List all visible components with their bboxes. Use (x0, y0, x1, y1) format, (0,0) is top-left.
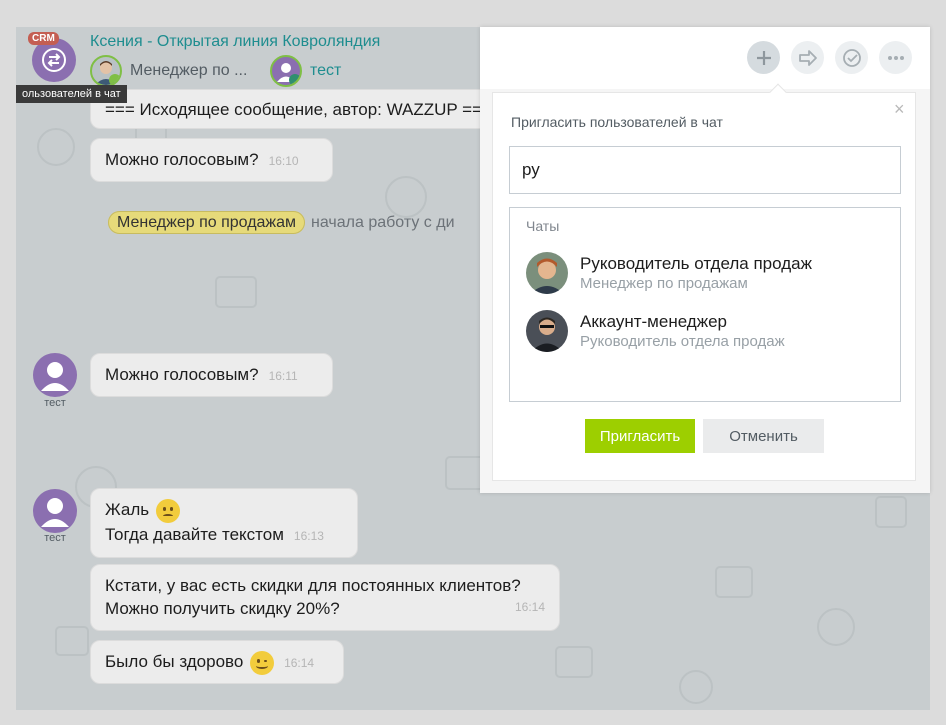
forward-icon (798, 49, 817, 66)
message-time: 16:10 (268, 154, 299, 168)
panel-title: Пригласить пользователей в чат (511, 114, 723, 130)
result-subtitle: Менеджер по продажам (580, 275, 748, 292)
message-text-line-2: Тогда давайте текстом (105, 524, 284, 544)
user-icon (41, 362, 69, 391)
results-list: Чаты Руководитель отдела продаж Менеджер… (509, 207, 901, 402)
user-icon (41, 498, 69, 527)
add-user-button[interactable] (747, 41, 780, 74)
tooltip: ользователей в чат (16, 85, 127, 103)
message-text: Можно голосовым? (105, 150, 259, 169)
plus-icon (756, 50, 771, 65)
wink-emoji-icon (250, 650, 275, 675)
outgoing-header-message: === Исходящее сообщение, автор: WAZZUP =… (90, 89, 510, 129)
result-subtitle: Руководитель отдела продаж (580, 333, 785, 350)
result-avatar (526, 310, 568, 352)
results-heading: Чаты (526, 218, 560, 234)
list-icon (289, 74, 300, 85)
invite-button[interactable]: Пригласить (585, 419, 695, 453)
system-message: Менеджер по продажам начала работу с ди (108, 211, 455, 234)
avatar[interactable] (33, 489, 77, 533)
sad-emoji-icon (155, 498, 180, 523)
manager-avatar (90, 55, 122, 87)
participant-test-label: тест (310, 62, 342, 79)
search-input[interactable] (509, 146, 901, 194)
result-avatar (526, 252, 568, 294)
message-text: Было бы здорово (105, 652, 244, 671)
message-bubble-1: Можно голосовым? 16:10 (90, 138, 333, 182)
participant-test[interactable]: тест (270, 55, 341, 87)
crm-badge: CRM (28, 32, 59, 45)
message-text: Можно голосовым? (105, 365, 259, 384)
transfer-icon (42, 48, 66, 72)
avatar[interactable] (33, 353, 77, 397)
chat-toolbar (480, 27, 930, 89)
more-button[interactable] (879, 41, 912, 74)
cancel-button[interactable]: Отменить (703, 419, 824, 453)
message-text-line-1: Жаль (105, 500, 150, 519)
check-circle-icon (842, 48, 861, 67)
forward-button[interactable] (791, 41, 824, 74)
window-frame: CRM Ксения - Открытая линия Ковроляндия … (0, 0, 946, 725)
author-name: тест (44, 397, 66, 409)
more-icon (887, 55, 904, 60)
message-bubble-4: Кстати, у вас есть скидки для постоянных… (90, 564, 560, 631)
participant-manager-label: Менеджер по ... (130, 62, 248, 79)
message-bubble-3: Жаль Тогда давайте текстом 16:13 (90, 488, 358, 558)
result-item[interactable]: Аккаунт-менеджер Руководитель отдела про… (526, 308, 886, 354)
invite-popup: × Пригласить пользователей в чат Чаты (480, 27, 930, 493)
close-icon[interactable]: × (894, 99, 905, 120)
system-text: начала работу с ди (311, 214, 455, 231)
message-text-line-1: Кстати, у вас есть скидки для постоянных… (105, 576, 521, 595)
outgoing-header-text: === Исходящее сообщение, автор: WAZZUP =… (105, 100, 492, 119)
message-text-line-2: Можно получить скидку 20%? (105, 599, 340, 618)
message-time: 16:13 (293, 528, 324, 543)
finish-button[interactable] (835, 41, 868, 74)
test-user-avatar (270, 55, 302, 87)
chat-title[interactable]: Ксения - Открытая линия Ковроляндия (90, 33, 380, 51)
message-time: 16:11 (268, 369, 298, 383)
invite-panel: × Пригласить пользователей в чат Чаты (492, 83, 916, 481)
result-name: Руководитель отдела продаж (580, 254, 812, 273)
result-item[interactable]: Руководитель отдела продаж Менеджер по п… (526, 250, 886, 296)
message-time: 16:14 (284, 656, 315, 670)
message-bubble-5: Было бы здорово 16:14 (90, 640, 344, 684)
participant-manager[interactable]: Менеджер по ... (90, 55, 247, 87)
manager-tag[interactable]: Менеджер по продажам (108, 211, 306, 234)
author-name: тест (44, 532, 66, 544)
result-name: Аккаунт-менеджер (580, 312, 727, 331)
message-bubble-2: Можно голосовым? 16:11 (90, 353, 333, 397)
